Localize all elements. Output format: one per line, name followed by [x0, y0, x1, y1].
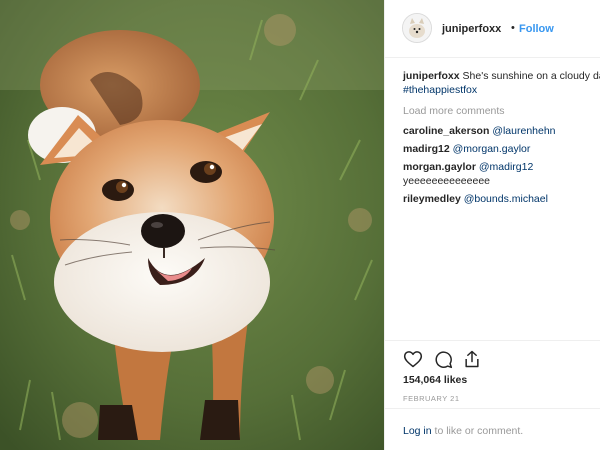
- login-link[interactable]: Log in: [403, 425, 432, 437]
- caption-hashtag[interactable]: #thehappiestfox: [403, 84, 477, 96]
- avatar[interactable]: [402, 13, 432, 43]
- comment-username[interactable]: morgan.gaylor: [403, 161, 476, 173]
- likes-count[interactable]: 154,064 likes: [403, 374, 467, 386]
- header-username[interactable]: juniperfoxx: [442, 23, 501, 35]
- caption-username[interactable]: juniperfoxx: [403, 70, 460, 82]
- post-photo[interactable]: [0, 0, 384, 450]
- comment: madirg12 @morgan.gaylor: [403, 142, 600, 156]
- post-side-panel: juniperfoxx • Follow juniperfoxx She's s…: [384, 0, 600, 450]
- comment-username[interactable]: rileymedley: [403, 193, 461, 205]
- avatar-image: [403, 14, 431, 42]
- comment-username[interactable]: caroline_akerson: [403, 125, 489, 137]
- comment: rileymedley @bounds.michael: [403, 192, 600, 206]
- login-prompt-text: to like or comment.: [434, 425, 524, 437]
- comment-mention[interactable]: @bounds.michael: [464, 193, 548, 205]
- heart-icon[interactable]: [403, 349, 423, 369]
- comment-mention[interactable]: @laurenhehn: [492, 125, 555, 137]
- post-header: juniperfoxx • Follow: [385, 0, 600, 58]
- login-bar: Log in to like or comment.: [385, 408, 600, 450]
- load-more-comments-button[interactable]: Load more comments: [403, 104, 600, 118]
- comment-mention[interactable]: @morgan.gaylor: [453, 143, 531, 155]
- login-prompt: Log in to like or comment.: [403, 425, 523, 437]
- post-date: FEBRUARY 21: [403, 394, 460, 403]
- caption: juniperfoxx She's sunshine on a cloudy d…: [403, 69, 600, 97]
- instagram-post: juniperfoxx • Follow juniperfoxx She's s…: [0, 0, 600, 450]
- share-icon[interactable]: [462, 349, 482, 369]
- comment-text: yeeeeeeeeeeeeee: [403, 175, 491, 187]
- comments-list: juniperfoxx She's sunshine on a cloudy d…: [403, 69, 600, 206]
- comment-icon[interactable]: [433, 349, 453, 369]
- comment-username[interactable]: madirg12: [403, 143, 450, 155]
- action-bar: [385, 340, 600, 376]
- comment: caroline_akerson @laurenhehn: [403, 124, 600, 138]
- caption-text: She's sunshine on a cloudy day: [462, 70, 600, 82]
- follow-button[interactable]: Follow: [519, 23, 554, 35]
- fox-photo-image: [0, 0, 384, 450]
- separator-dot: •: [511, 22, 515, 34]
- comment: morgan.gaylor @madirg12 yeeeeeeeeeeeeee: [403, 160, 600, 188]
- comment-mention[interactable]: @madirg12: [479, 161, 533, 173]
